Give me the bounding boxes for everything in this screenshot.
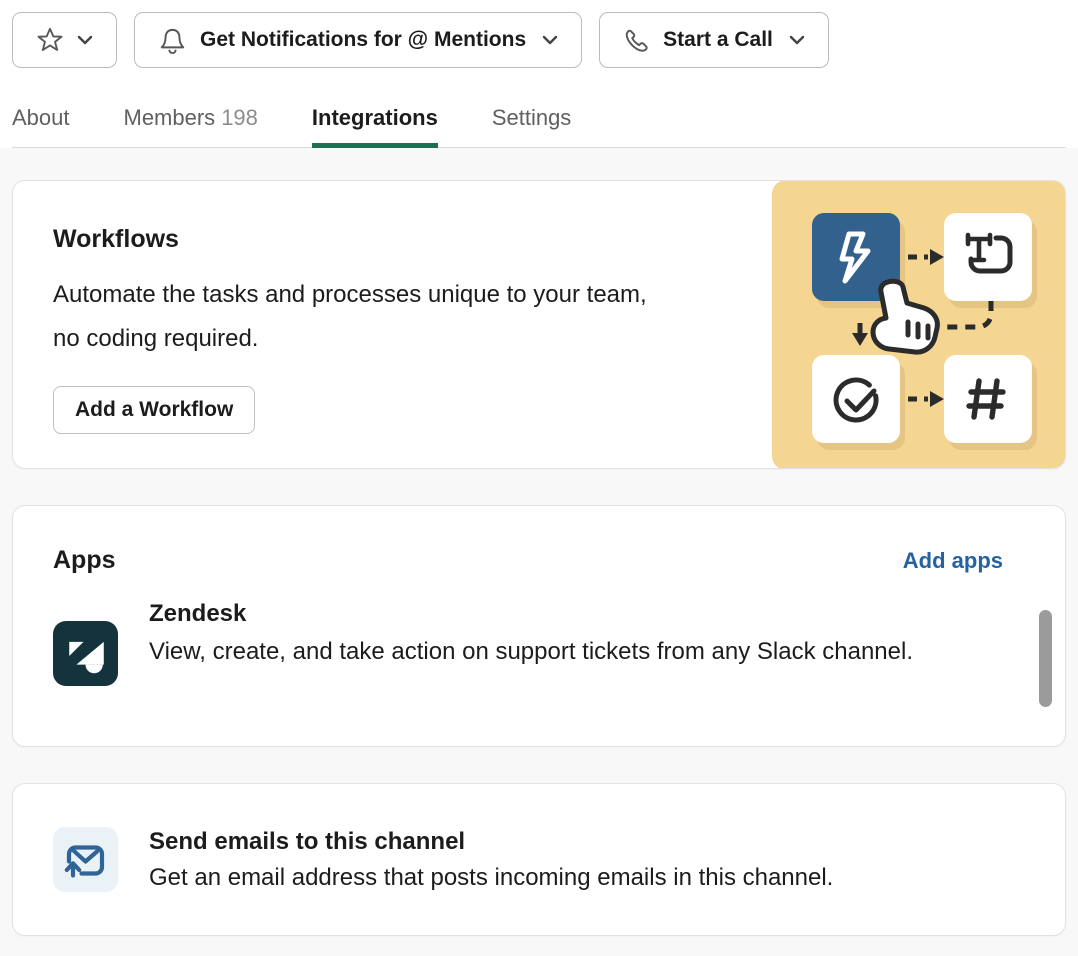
send-emails-description: Get an email address that posts incoming… [149, 857, 833, 899]
start-call-button-label: Start a Call [663, 28, 773, 52]
tab-about[interactable]: About [12, 105, 70, 147]
star-channel-button[interactable] [12, 12, 117, 68]
tab-settings[interactable]: Settings [492, 105, 572, 147]
tab-integrations[interactable]: Integrations [312, 105, 438, 148]
apps-card-header: Apps Add apps [13, 506, 1065, 575]
send-emails-card[interactable]: Send emails to this channel Get an email… [12, 783, 1066, 936]
apps-card: Apps Add apps Zendesk View, create, and … [12, 505, 1066, 747]
workflows-illustration [772, 180, 1066, 469]
workflows-card: Workflows Automate the tasks and process… [12, 180, 1066, 469]
bell-icon [158, 26, 187, 55]
notifications-button-label: Get Notifications for @ Mentions [200, 28, 526, 52]
chevron-down-icon [542, 35, 558, 45]
start-call-button[interactable]: Start a Call [599, 12, 829, 68]
notifications-button[interactable]: Get Notifications for @ Mentions [134, 12, 582, 68]
zendesk-app-icon [53, 621, 118, 686]
app-list-item-zendesk[interactable]: Zendesk View, create, and take action on… [13, 575, 1065, 698]
star-icon [36, 26, 64, 54]
channel-toolbar: Get Notifications for @ Mentions Start a… [12, 12, 1066, 68]
members-count: 198 [221, 105, 258, 130]
send-emails-text: Send emails to this channel Get an email… [149, 827, 833, 935]
app-text: Zendesk View, create, and take action on… [149, 595, 913, 698]
channel-tabs: About Members198 Integrations Settings [12, 105, 1066, 148]
check-circle-tile [812, 355, 900, 443]
app-name: Zendesk [149, 598, 913, 630]
incoming-email-icon [53, 827, 118, 892]
chevron-down-icon [77, 35, 93, 45]
workflows-description: Automate the tasks and processes unique … [53, 273, 663, 361]
apps-scrollbar-thumb[interactable] [1039, 610, 1052, 707]
add-workflow-button[interactable]: Add a Workflow [53, 386, 255, 434]
tab-members-label: Members [124, 105, 216, 130]
apps-title: Apps [53, 546, 116, 575]
channel-details-header: Get Notifications for @ Mentions Start a… [0, 0, 1078, 148]
phone-icon [623, 27, 650, 54]
chevron-down-icon [789, 35, 805, 45]
integrations-panel: Workflows Automate the tasks and process… [0, 148, 1078, 936]
text-frame-tile [944, 213, 1032, 301]
app-description: View, create, and take action on support… [149, 630, 913, 674]
tab-members[interactable]: Members198 [124, 105, 258, 147]
add-apps-link[interactable]: Add apps [903, 548, 1003, 574]
hash-tile [944, 355, 1032, 443]
send-emails-title: Send emails to this channel [149, 827, 833, 857]
